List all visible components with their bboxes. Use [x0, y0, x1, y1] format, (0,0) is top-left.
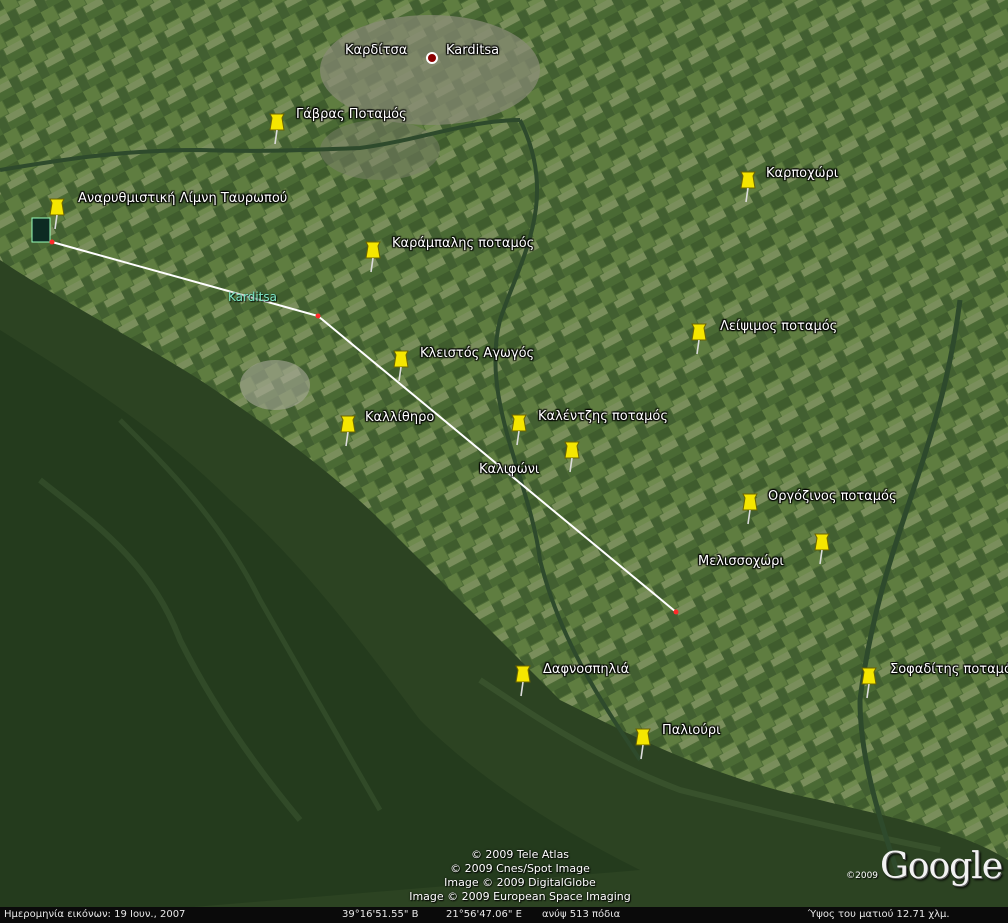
logo-year: ©2009	[846, 871, 879, 881]
copyright-line: © 2009 Cnes/Spot Image	[450, 862, 590, 875]
pushpin-icon[interactable]	[737, 168, 759, 204]
route-point	[673, 609, 679, 615]
city-label-greek[interactable]: Καρδίτσα	[345, 43, 407, 58]
pushpin-icon[interactable]	[46, 195, 68, 231]
copyright-line: Image © 2009 European Space Imaging	[409, 890, 631, 903]
pushpin-icon[interactable]	[858, 664, 880, 700]
pushpin-icon[interactable]	[688, 320, 710, 356]
copyright-line: Image © 2009 DigitalGlobe	[444, 876, 596, 889]
route-label: Karditsa	[228, 290, 277, 304]
place-label-tavropou[interactable]: Αναρυθμιστική Λίμνη Ταυρωπού	[78, 191, 287, 206]
city-label-english[interactable]: Karditsa	[446, 43, 499, 58]
pushpin-icon[interactable]	[337, 412, 359, 448]
google-logo: ©2009 Google	[846, 846, 1003, 887]
pushpin-icon[interactable]	[561, 438, 583, 474]
place-label-paliouri[interactable]: Παλιούρι	[662, 723, 721, 738]
place-label-leipsimos[interactable]: Λείψιμος ποταμός	[720, 319, 837, 334]
eye-altitude-readout: Ύψος του ματιού 12.71 χλμ.	[808, 909, 950, 920]
place-label-kalentzis[interactable]: Καλέντζης ποταμός	[538, 409, 668, 424]
pushpin-icon[interactable]	[632, 725, 654, 761]
route-point	[49, 239, 55, 245]
place-label-gavras[interactable]: Γάβρας Ποταμός	[296, 107, 407, 122]
city-marker-icon[interactable]	[426, 52, 438, 64]
longitude-readout: 21°56'47.06" Ε	[446, 909, 522, 920]
place-label-karampalis[interactable]: Καράμπαλης ποταμός	[392, 236, 534, 251]
status-bar: Ημερομηνία εικόνων: 19 Ιουν., 2007 39°16…	[0, 907, 1008, 923]
pushpin-icon[interactable]	[266, 110, 288, 146]
imagery-copyright: © 2009 Tele Atlas © 2009 Cnes/Spot Image…	[380, 848, 660, 904]
satellite-map[interactable]: Karditsa Καρδίτσα Karditsa Γάβρας Ποταμό…	[0, 0, 1008, 923]
place-label-sofaditis[interactable]: Σοφαδίτης ποταμός	[890, 662, 1008, 677]
logo-text: Google	[880, 846, 1003, 887]
place-label-karpochori[interactable]: Καρποχώρι	[766, 166, 838, 181]
place-label-melissochori[interactable]: Μελισσοχώρι	[698, 554, 784, 569]
elevation-readout: ανύψ 513 πόδια	[542, 909, 621, 920]
pushpin-icon[interactable]	[508, 411, 530, 447]
place-label-dafnospilia[interactable]: Δαφνοσπηλιά	[543, 662, 629, 677]
place-label-orgozinos[interactable]: Οργόζινος ποταμός	[768, 489, 897, 504]
pushpin-icon[interactable]	[739, 490, 761, 526]
place-label-kallithiro[interactable]: Καλλίθηρο	[365, 410, 434, 425]
place-label-kalifoni[interactable]: Καλιφώνι	[479, 462, 539, 477]
pushpin-icon[interactable]	[390, 347, 412, 383]
pushpin-icon[interactable]	[811, 530, 833, 566]
latitude-readout: 39°16'51.55" Β	[342, 909, 419, 920]
imagery-date: Ημερομηνία εικόνων: 19 Ιουν., 2007	[4, 909, 186, 920]
place-label-kleistos[interactable]: Κλειστός Αγωγός	[420, 346, 534, 361]
pushpin-icon[interactable]	[362, 238, 384, 274]
pushpin-icon[interactable]	[512, 662, 534, 698]
copyright-line: © 2009 Tele Atlas	[470, 848, 570, 861]
route-point	[315, 313, 321, 319]
